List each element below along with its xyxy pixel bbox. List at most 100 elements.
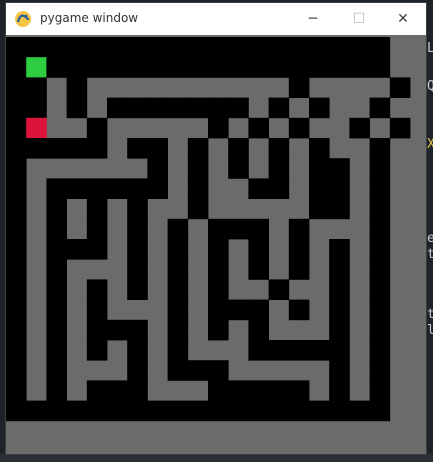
maze-wall-cell [66, 77, 88, 98]
maze-wall-cell [309, 178, 330, 199]
maze-wall-cell [369, 380, 391, 401]
maze-wall-cell [309, 340, 330, 361]
maze-wall-cell [46, 319, 67, 341]
maze-wall-cell [26, 37, 47, 58]
maze-wall-cell [107, 380, 128, 401]
maze-wall-cell [208, 380, 229, 401]
maze-wall-cell [6, 178, 27, 199]
maze-wall-cell [6, 97, 27, 119]
maze-wall-cell [66, 37, 88, 58]
maze-wall-cell [187, 400, 209, 422]
maze-wall-cell [6, 400, 27, 422]
maze-wall-cell [127, 178, 148, 199]
maze-wall-cell [127, 319, 148, 341]
maze-wall-cell [268, 400, 290, 422]
maze-wall-cell [248, 218, 269, 240]
maze-wall-cell [349, 117, 370, 139]
maze-wall-cell [46, 360, 67, 381]
maze-wall-cell [309, 158, 330, 179]
maze-wall-cell [127, 340, 148, 361]
editor-fragment: X [427, 137, 433, 152]
maze-wall-cell [228, 299, 249, 321]
maze-wall-cell [46, 299, 67, 321]
maze-wall-cell [187, 138, 209, 159]
maze-wall-cell [329, 239, 350, 260]
maze-wall-cell [369, 279, 391, 300]
maze-wall-cell [228, 218, 249, 240]
maze-wall-cell [6, 279, 27, 300]
maze-wall-cell [127, 97, 148, 119]
minimize-button[interactable]: ─ [290, 3, 336, 35]
maze-wall-cell [6, 57, 27, 78]
maze-wall-cell [288, 239, 310, 260]
title-bar[interactable]: pygame window ─ ☐ ✕ [6, 3, 426, 35]
maze-wall-cell [248, 239, 269, 260]
editor-fragment: t [427, 307, 433, 322]
maze-wall-cell [46, 279, 67, 300]
maze-wall-cell [6, 138, 27, 159]
maze-wall-cell [248, 400, 269, 422]
maze-goal-cell [26, 57, 47, 78]
maze-wall-cell [147, 400, 168, 422]
maze-wall-cell [369, 138, 391, 159]
maze-wall-cell [208, 239, 229, 260]
maze-wall-cell [208, 400, 229, 422]
maze-wall-cell [369, 97, 391, 119]
maze-wall-cell [127, 218, 148, 240]
maze-wall-cell [86, 57, 108, 78]
close-button[interactable]: ✕ [380, 3, 426, 35]
maze-wall-cell [329, 198, 350, 220]
maze-wall-cell [248, 340, 269, 361]
maze-wall-cell [46, 400, 67, 422]
maze-wall-cell [228, 138, 249, 159]
maximize-button[interactable]: ☐ [336, 3, 382, 35]
maze-wall-cell [248, 259, 269, 280]
maze-wall-cell [369, 158, 391, 179]
maze-wall-cell [46, 138, 67, 159]
maze-wall-cell [187, 57, 209, 78]
maze-wall-cell [288, 299, 310, 321]
maze-wall-cell [127, 400, 148, 422]
maze-wall-cell [6, 117, 27, 139]
maze-wall-cell [228, 57, 249, 78]
maze-wall-cell [147, 158, 168, 179]
pygame-window: pygame window ─ ☐ ✕ [6, 3, 426, 454]
maze-wall-cell [167, 400, 189, 422]
maze-wall-cell [107, 178, 128, 199]
maze-wall-cell [187, 37, 209, 58]
maze-wall-cell [268, 57, 290, 78]
maze-wall-cell [369, 37, 391, 58]
maze-wall-cell [66, 178, 88, 199]
maze-wall-cell [167, 37, 189, 58]
maze-wall-cell [127, 279, 148, 300]
maze-wall-cell [46, 37, 67, 58]
maze-wall-cell [369, 57, 391, 78]
game-canvas[interactable] [6, 35, 426, 454]
maze-wall-cell [26, 138, 47, 159]
maze-wall-cell [208, 299, 229, 321]
maze-wall-cell [248, 319, 269, 341]
maze-wall-cell [288, 77, 310, 98]
maze-wall-cell [127, 239, 148, 260]
maze-wall-cell [349, 37, 370, 58]
maze-wall-cell [86, 117, 108, 139]
maze-wall-cell [127, 259, 148, 280]
maze-wall-cell [86, 319, 108, 341]
maze-wall-cell [167, 218, 189, 240]
maze-wall-cell [288, 340, 310, 361]
maze-wall-cell [187, 97, 209, 119]
maze-wall-cell [46, 218, 67, 240]
maze-wall-cell [86, 279, 108, 300]
maze-wall-cell [228, 37, 249, 58]
maze-wall-cell [147, 57, 168, 78]
maze-wall-cell [248, 117, 269, 139]
editor-bottom-bar [0, 454, 433, 462]
maze-wall-cell [147, 138, 168, 159]
maze-wall-cell [288, 380, 310, 401]
maze-wall-cell [288, 218, 310, 240]
maze-wall-cell [309, 97, 330, 119]
maze-wall-cell [167, 340, 189, 361]
maze-wall-cell [107, 97, 128, 119]
maze-wall-cell [208, 279, 229, 300]
maze-wall-cell [329, 380, 350, 401]
